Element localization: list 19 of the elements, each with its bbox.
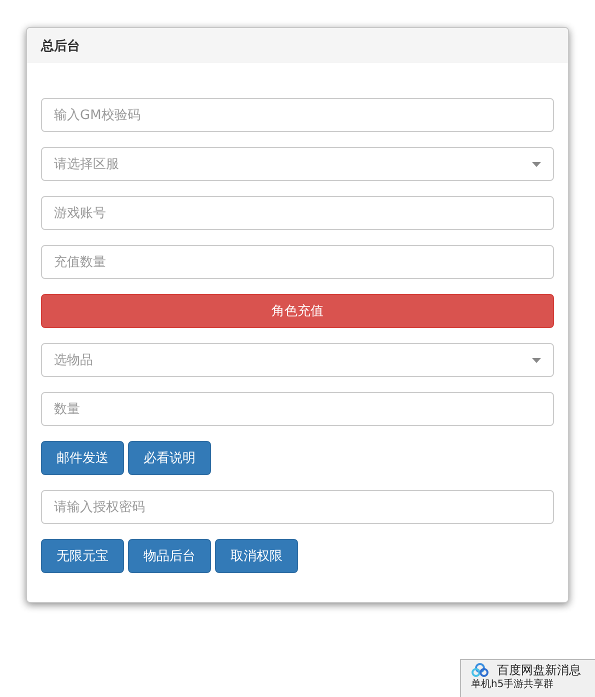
text-field[interactable]: 输入GM校验码 [41, 98, 554, 132]
text-field[interactable]: 充值数量 [41, 245, 554, 279]
text-field[interactable]: 数量 [41, 392, 554, 426]
select-field[interactable]: 请选择区服 [41, 147, 554, 181]
notification-popup[interactable]: 百度网盘新消息 单机h5手游共享群 [460, 659, 595, 697]
text-field[interactable]: 游戏账号 [41, 196, 554, 230]
action-button[interactable]: 邮件发送 [41, 441, 124, 475]
select-field[interactable]: 选物品 [41, 343, 554, 377]
notification-title: 百度网盘新消息 [497, 663, 581, 677]
action-button[interactable]: 取消权限 [215, 539, 298, 573]
notification-text: 单机h5手游共享群 [471, 679, 555, 691]
action-button[interactable]: 物品后台 [128, 539, 211, 573]
recharge-button[interactable]: 角色充值 [41, 294, 554, 328]
caret-icon [532, 162, 541, 166]
panel-title: 总后台 [41, 38, 80, 54]
text-field[interactable]: 请输入授权密码 [41, 490, 554, 524]
action-button[interactable]: 必看说明 [128, 441, 211, 475]
caret-icon [532, 358, 541, 362]
action-button[interactable]: 无限元宝 [41, 539, 124, 573]
